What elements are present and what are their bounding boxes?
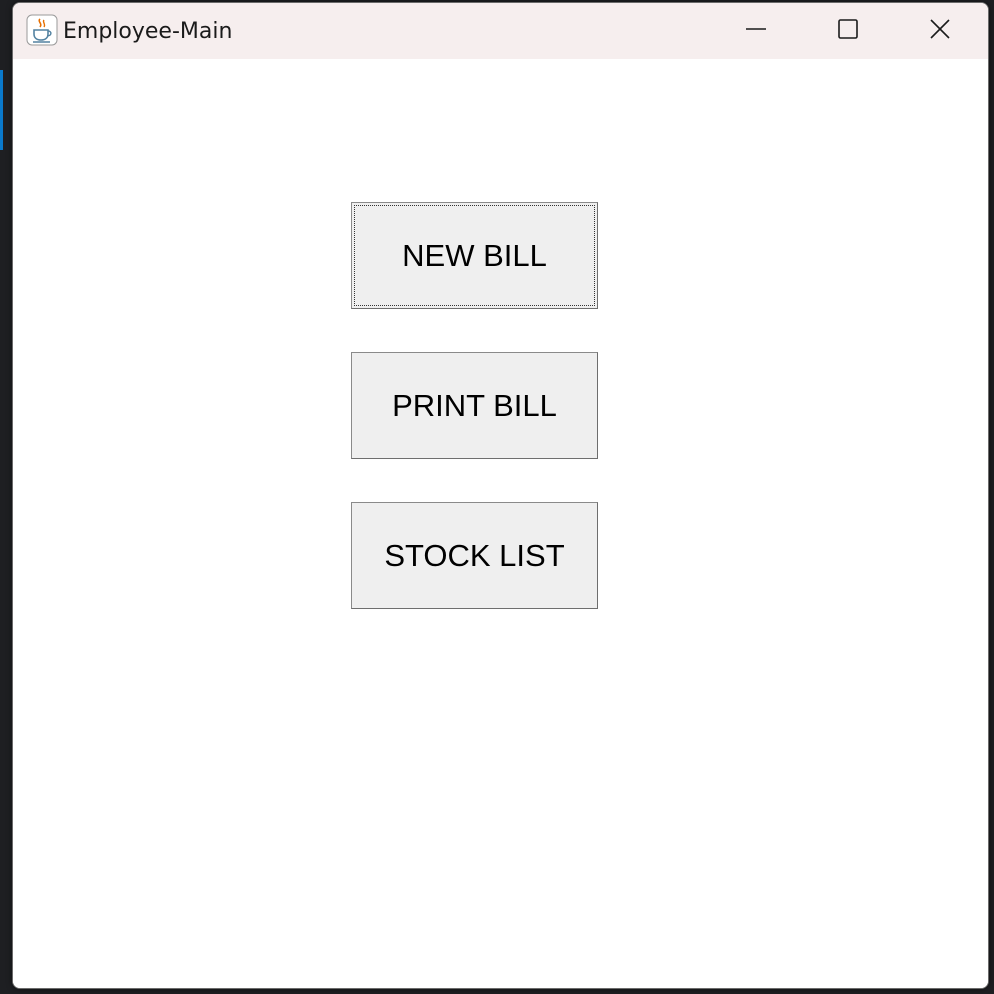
print-bill-label: PRINT BILL: [392, 387, 557, 423]
print-bill-button[interactable]: PRINT BILL: [351, 352, 598, 459]
new-bill-button[interactable]: NEW BILL: [351, 202, 598, 309]
java-coffee-icon[interactable]: [26, 14, 58, 46]
close-button[interactable]: [894, 3, 986, 59]
stock-list-label: STOCK LIST: [384, 537, 565, 573]
minimize-button[interactable]: [710, 3, 802, 59]
close-icon: [929, 18, 951, 45]
new-bill-label: NEW BILL: [402, 237, 547, 273]
content-panel: NEW BILL PRINT BILL STOCK LIST: [13, 59, 988, 988]
background-editor-accent: [0, 70, 3, 150]
stock-list-button[interactable]: STOCK LIST: [351, 502, 598, 609]
maximize-icon: [837, 18, 859, 45]
employee-main-window: Employee-Main NEW BILL PRINT BILL STOCK …: [12, 2, 989, 989]
title-bar[interactable]: Employee-Main: [13, 3, 988, 59]
minimize-icon: [745, 18, 767, 45]
maximize-button[interactable]: [802, 3, 894, 59]
window-title: Employee-Main: [63, 19, 233, 44]
